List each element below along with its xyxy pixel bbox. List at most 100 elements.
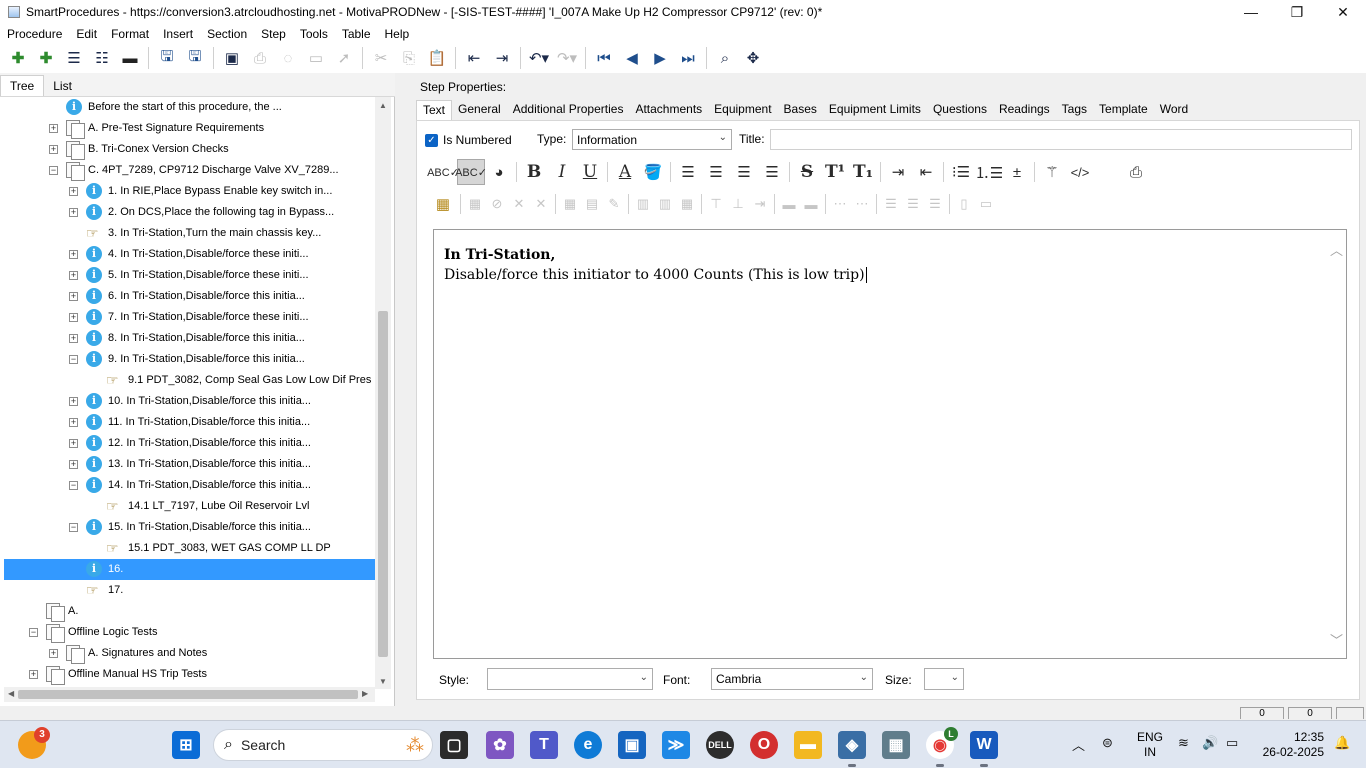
- battery-icon[interactable]: ▭: [1226, 735, 1238, 751]
- align-center-icon[interactable]: ☰: [702, 159, 730, 185]
- html-source-icon[interactable]: </>: [1066, 159, 1094, 185]
- row-icon[interactable]: ▭: [975, 191, 997, 217]
- expand-icon[interactable]: +: [49, 649, 58, 658]
- font-select[interactable]: Cambria ⌄: [711, 668, 873, 690]
- chrome-icon[interactable]: ◉ L: [926, 727, 958, 767]
- menu-edit[interactable]: Edit: [69, 27, 104, 41]
- bullet-list-icon[interactable]: ⁝☰: [947, 159, 975, 185]
- tab-questions[interactable]: Questions: [927, 100, 993, 120]
- tree-node[interactable]: + A. Pre-Test Signature Requirements: [4, 118, 375, 139]
- tree-node[interactable]: − i 15. In Tri-Station,Disable/force this …: [4, 517, 375, 538]
- edge-icon[interactable]: e: [574, 731, 602, 759]
- editor-scroll-down-icon[interactable]: ﹀: [1330, 630, 1343, 649]
- tab-additional-properties[interactable]: Additional Properties: [507, 100, 630, 120]
- widgets-icon[interactable]: 3: [18, 727, 50, 759]
- size-select[interactable]: ⌄: [924, 668, 964, 690]
- distribute-columns-icon[interactable]: ⋯: [829, 191, 851, 217]
- column-icon[interactable]: ▯: [953, 191, 975, 217]
- expand-icon[interactable]: +: [69, 271, 78, 280]
- delete-row-icon[interactable]: ✕: [508, 191, 530, 217]
- tree-node[interactable]: + i 10. In Tri-Station,Disable/force this …: [4, 391, 375, 412]
- tree-node[interactable]: ☞ 3. In Tri-Station,Turn the main chassis…: [4, 223, 375, 244]
- type-select[interactable]: Information ⌄: [572, 129, 732, 150]
- numbered-list-icon[interactable]: ⒈☰: [975, 159, 1003, 185]
- close-button[interactable]: ✕: [1320, 0, 1366, 24]
- expand-icon[interactable]: +: [69, 187, 78, 196]
- add-icon[interactable]: ✚: [6, 46, 30, 70]
- first-icon[interactable]: ⏮: [592, 46, 616, 70]
- strikethrough-icon[interactable]: S: [793, 159, 821, 185]
- delete-column-icon[interactable]: ✕: [530, 191, 552, 217]
- tree-node[interactable]: + Offline Manual HS Trip Tests: [4, 664, 375, 685]
- tree-horizontal-scrollbar[interactable]: ◀ ▶: [4, 687, 375, 702]
- expand-icon[interactable]: +: [69, 439, 78, 448]
- save-icon[interactable]: 🖫: [183, 46, 207, 70]
- dell-icon[interactable]: DELL: [706, 731, 734, 759]
- wifi-icon[interactable]: ≋: [1178, 735, 1189, 751]
- add-child-icon[interactable]: ✚: [34, 46, 58, 70]
- start-icon[interactable]: ⊞: [172, 731, 200, 759]
- opera-icon[interactable]: O: [750, 731, 778, 759]
- menu-help[interactable]: Help: [378, 27, 417, 41]
- tree-node[interactable]: + i 7. In Tri-Station,Disable/force these …: [4, 307, 375, 328]
- editor-scroll-up-icon[interactable]: ︿: [1330, 240, 1343, 259]
- tree-node[interactable]: + i 12. In Tri-Station,Disable/force this …: [4, 433, 375, 454]
- expand-icon[interactable]: +: [69, 418, 78, 427]
- expand-icon[interactable]: +: [69, 334, 78, 343]
- menu-insert[interactable]: Insert: [156, 27, 200, 41]
- tree-node[interactable]: A.: [4, 601, 375, 622]
- tab-readings[interactable]: Readings: [993, 100, 1056, 120]
- tree-node[interactable]: ☞ 9.1 PDT_3082, Comp Seal Gas Low Low Dif…: [4, 370, 375, 391]
- subscript-icon[interactable]: T₁: [849, 159, 877, 185]
- collapse-icon[interactable]: −: [69, 355, 78, 364]
- last-icon[interactable]: ⏭: [676, 46, 700, 70]
- tree-node[interactable]: + i 6. In Tri-Station,Disable/force this i…: [4, 286, 375, 307]
- highlight-icon[interactable]: 🪣: [639, 159, 667, 185]
- text-color-wheel-icon[interactable]: ◕: [485, 159, 513, 185]
- indent-icon[interactable]: ⇥: [490, 46, 514, 70]
- tab-tags[interactable]: Tags: [1056, 100, 1093, 120]
- expand-icon[interactable]: +: [29, 670, 38, 679]
- copy-icon[interactable]: ⎘: [397, 46, 421, 70]
- expand-icon[interactable]: +: [49, 145, 58, 154]
- cell-merge-icon[interactable]: ▤: [581, 191, 603, 217]
- refresh-icon[interactable]: ◌: [276, 46, 300, 70]
- decrease-indent-icon[interactable]: ⇤: [912, 159, 940, 185]
- tab-equipment[interactable]: Equipment: [708, 100, 777, 120]
- menu-table[interactable]: Table: [335, 27, 378, 41]
- save-all-icon[interactable]: 🖫: [155, 46, 179, 70]
- publish-icon[interactable]: ▣: [220, 46, 244, 70]
- expand-icon[interactable]: +: [49, 124, 58, 133]
- app-calculator-icon[interactable]: ▦: [882, 731, 910, 759]
- menu-procedure[interactable]: Procedure: [0, 27, 69, 41]
- merge-rows-icon[interactable]: ▬: [778, 191, 800, 217]
- cell-edit-icon[interactable]: ✎: [603, 191, 625, 217]
- tree-node[interactable]: + i 8. In Tri-Station,Disable/force this i…: [4, 328, 375, 349]
- list-edit-icon[interactable]: ☷: [90, 46, 114, 70]
- expand-icon[interactable]: +: [69, 460, 78, 469]
- distribute-rows-icon[interactable]: ⋯: [851, 191, 873, 217]
- collapse-icon[interactable]: −: [29, 628, 38, 637]
- word-icon[interactable]: W: [970, 731, 998, 767]
- style-select[interactable]: ⌄: [487, 668, 653, 690]
- undo-icon[interactable]: ↶▾: [527, 46, 551, 70]
- tab-bases[interactable]: Bases: [778, 100, 823, 120]
- teams-icon[interactable]: T: [530, 731, 558, 759]
- insert-table-icon[interactable]: ▦: [429, 191, 457, 217]
- scroll-right-icon[interactable]: ▶: [362, 689, 368, 698]
- tree-vertical-scrollbar[interactable]: ▲ ▼: [375, 97, 391, 689]
- power-automate-icon[interactable]: ≫: [662, 731, 690, 759]
- split-cells-icon[interactable]: ▦: [676, 191, 698, 217]
- tree-node[interactable]: − i 14. In Tri-Station,Disable/force this …: [4, 475, 375, 496]
- tree-node[interactable]: − Offline Logic Tests: [4, 622, 375, 643]
- title-input[interactable]: [770, 129, 1352, 150]
- cell-align-middle-icon[interactable]: ☰: [902, 191, 924, 217]
- split-rows-icon[interactable]: ▬: [800, 191, 822, 217]
- menu-format[interactable]: Format: [104, 27, 156, 41]
- tree-node[interactable]: + i 13. In Tri-Station,Disable/force this …: [4, 454, 375, 475]
- expand-icon[interactable]: +: [69, 397, 78, 406]
- tab-list[interactable]: List: [44, 76, 81, 96]
- tree-node[interactable]: + B. Tri-Conex Version Checks: [4, 139, 375, 160]
- insert-row-above-icon[interactable]: ⊤: [705, 191, 727, 217]
- tab-tree[interactable]: Tree: [0, 75, 45, 96]
